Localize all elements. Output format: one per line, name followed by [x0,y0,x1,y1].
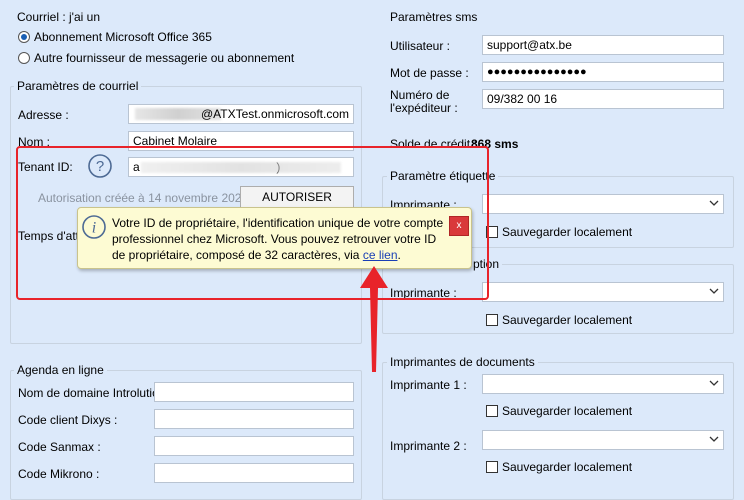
imprimante1-sauvegarder-checkbox[interactable] [486,405,498,417]
chevron-down-icon[interactable] [709,198,719,208]
chevron-down-icon[interactable] [709,434,719,444]
imprimante2-sauvegarder-checkbox[interactable] [486,461,498,473]
chevron-down-icon[interactable] [709,378,719,388]
svg-text:i: i [92,220,96,237]
imprimante2-label: Imprimante 2 : [390,439,467,453]
tenant-tooltip: i Votre ID de propriétaire, l'identifica… [77,207,472,269]
adresse-value: @ATXTest.onmicrosoft.com [201,107,349,121]
sms-title: Paramètres sms [387,10,481,24]
imprimante2-sauvegarder-label[interactable]: Sauvegarder localement [502,460,632,474]
utilisateur-value: support@atx.be [487,38,572,52]
etiquette-imprimante-select[interactable] [482,194,724,214]
radio-office365[interactable] [18,31,30,43]
imprimante2-select[interactable] [482,430,724,450]
motdepasse-value: ●●●●●●●●●●●●●●● [487,66,587,78]
domaine-label: Nom de domaine Introlution [18,386,166,400]
motdepasse-input[interactable]: ●●●●●●●●●●●●●●● [482,62,724,82]
reception-imprimante-select[interactable] [482,282,724,302]
tooltip-end: . [397,248,401,262]
red-arrow-icon [360,266,388,372]
radio-autre[interactable] [18,52,30,64]
mikrono-label: Code Mikrono : [18,467,100,481]
motdepasse-label: Mot de passe : [390,66,469,80]
expediteur-label-1: Numéro de [390,88,450,102]
imprimante1-select[interactable] [482,374,724,394]
reception-sauvegarder-label[interactable]: Sauvegarder localement [502,313,632,327]
utilisateur-input[interactable]: support@atx.be [482,35,724,55]
expediteur-input[interactable]: 09/382 00 16 [482,89,724,109]
tooltip-text: Votre ID de propriétaire, l'identificati… [112,215,452,263]
tooltip-link[interactable]: ce lien [363,248,398,262]
reception-sauvegarder-checkbox[interactable] [486,314,498,326]
params-courriel-title: Paramètres de courriel [14,79,142,93]
imprimante1-label: Imprimante 1 : [390,378,467,392]
imprimante1-sauvegarder-label[interactable]: Sauvegarder localement [502,404,632,418]
utilisateur-label: Utilisateur : [390,39,451,53]
expediteur-label-2: l'expéditeur : [390,101,458,115]
sanmax-label: Code Sanmax : [18,440,101,454]
documents-title: Imprimantes de documents [387,355,538,369]
mikrono-input[interactable] [154,463,354,483]
adresse-label: Adresse : [18,108,69,122]
domaine-input[interactable] [154,382,354,402]
chevron-down-icon[interactable] [709,286,719,296]
dixys-label: Code client Dixys : [18,413,118,427]
courriel-title: Courriel : j'ai un [14,10,103,24]
etiquette-sauvegarder-label[interactable]: Sauvegarder localement [502,225,632,239]
tooltip-close-button[interactable]: x [449,216,469,236]
radio-office365-label[interactable]: Abonnement Microsoft Office 365 [34,30,212,44]
dixys-input[interactable] [154,409,354,429]
info-circle-icon: i [82,215,106,239]
radio-autre-label[interactable]: Autre fournisseur de messagerie ou abonn… [34,51,294,65]
expediteur-value: 09/382 00 16 [487,92,558,106]
agenda-title: Agenda en ligne [14,363,107,377]
sanmax-input[interactable] [154,436,354,456]
adresse-input[interactable]: @ATXTest.onmicrosoft.com [128,104,354,124]
